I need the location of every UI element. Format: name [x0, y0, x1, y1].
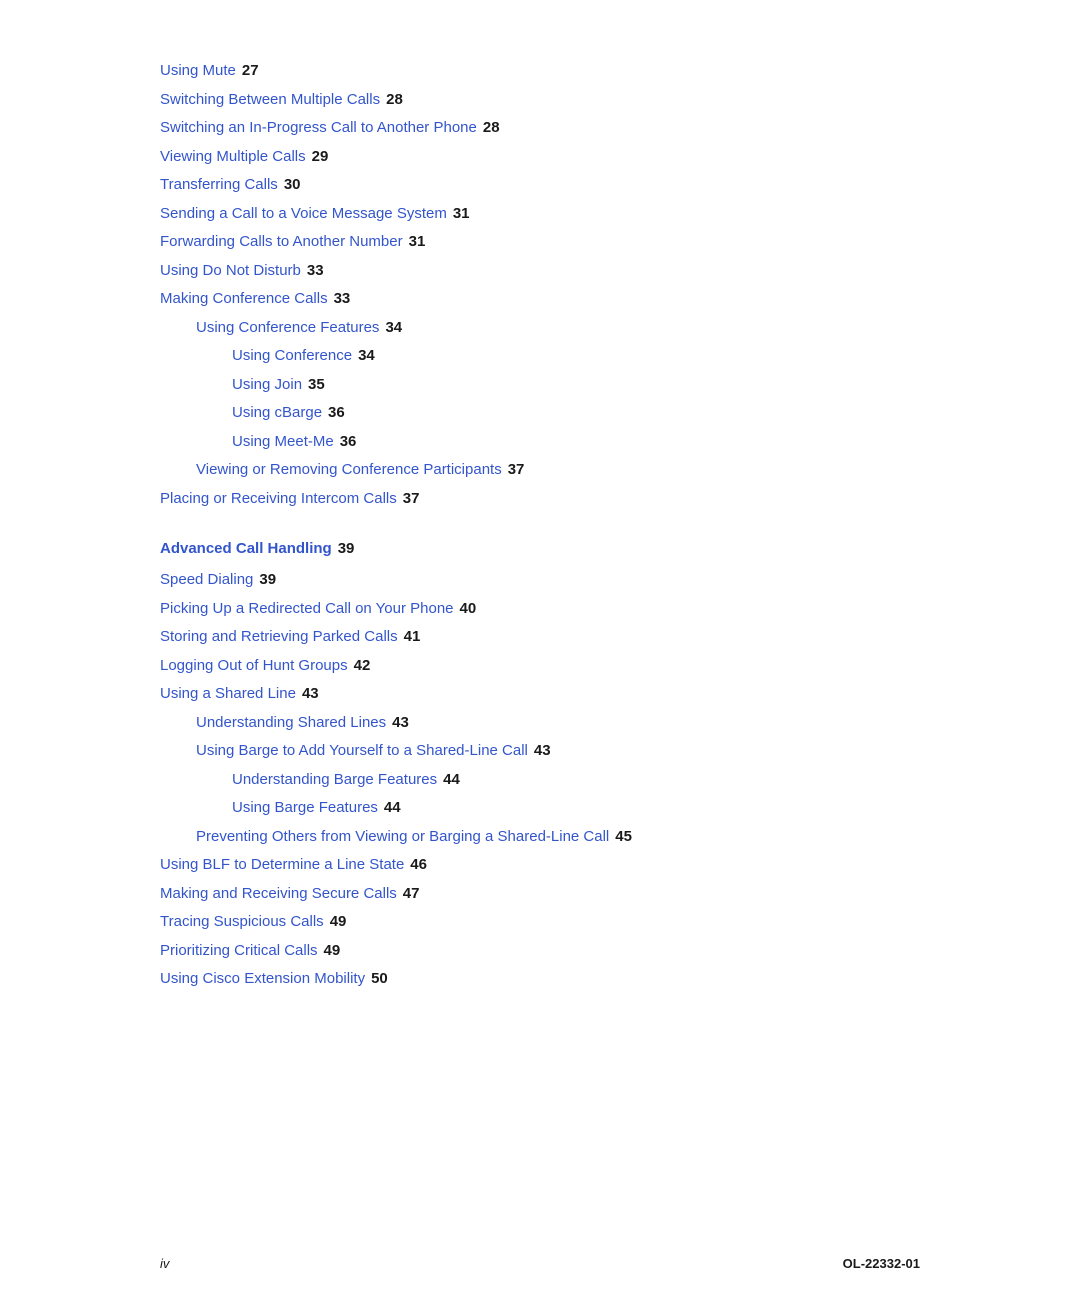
section-header-advanced: Advanced Call Handling 39	[160, 540, 920, 557]
toc-link[interactable]: Using Conference	[232, 345, 352, 368]
toc-page: 36	[340, 431, 357, 454]
toc-link[interactable]: Speed Dialing	[160, 569, 253, 592]
toc-page: 42	[354, 655, 371, 678]
toc-link[interactable]: Understanding Barge Features	[232, 769, 437, 792]
toc-page: 44	[384, 797, 401, 820]
toc-row: Using Conference 34	[160, 345, 920, 368]
toc-page: 50	[371, 968, 388, 991]
toc-link[interactable]: Making and Receiving Secure Calls	[160, 883, 397, 906]
toc-row: Prioritizing Critical Calls 49	[160, 940, 920, 963]
toc-row: Sending a Call to a Voice Message System…	[160, 203, 920, 226]
toc-page: 43	[534, 740, 551, 763]
toc-link[interactable]: Using a Shared Line	[160, 683, 296, 706]
toc-link[interactable]: Prioritizing Critical Calls	[160, 940, 318, 963]
toc-page: 44	[443, 769, 460, 792]
toc-link[interactable]: Viewing Multiple Calls	[160, 146, 306, 169]
toc-row: Using BLF to Determine a Line State 46	[160, 854, 920, 877]
toc-row: Using a Shared Line 43	[160, 683, 920, 706]
toc-row: Using Meet-Me 36	[160, 431, 920, 454]
toc-page: 40	[460, 598, 477, 621]
toc-row: Understanding Shared Lines 43	[160, 712, 920, 735]
toc-page: 49	[330, 911, 347, 934]
toc-row: Using cBarge 36	[160, 402, 920, 425]
footer: iv OL-22332-01	[160, 1256, 920, 1271]
toc-row: Using Cisco Extension Mobility 50	[160, 968, 920, 991]
toc-row: Understanding Barge Features 44	[160, 769, 920, 792]
toc-link[interactable]: Using Join	[232, 374, 302, 397]
toc-page: 46	[410, 854, 427, 877]
toc-page: 45	[615, 826, 632, 849]
toc-link[interactable]: Using BLF to Determine a Line State	[160, 854, 404, 877]
toc-link[interactable]: Placing or Receiving Intercom Calls	[160, 488, 397, 511]
toc-page: 34	[385, 317, 402, 340]
toc-page: 43	[302, 683, 319, 706]
toc-row: Storing and Retrieving Parked Calls 41	[160, 626, 920, 649]
toc-page: 33	[334, 288, 351, 311]
toc-row: Making Conference Calls 33	[160, 288, 920, 311]
toc-row: Tracing Suspicious Calls 49	[160, 911, 920, 934]
toc-link[interactable]: Forwarding Calls to Another Number	[160, 231, 403, 254]
toc-row: Speed Dialing 39	[160, 569, 920, 592]
toc-link[interactable]: Preventing Others from Viewing or Bargin…	[196, 826, 609, 849]
toc-row: Viewing Multiple Calls 29	[160, 146, 920, 169]
toc-row: Using Do Not Disturb 33	[160, 260, 920, 283]
toc-link[interactable]: Tracing Suspicious Calls	[160, 911, 324, 934]
toc-page: 29	[312, 146, 329, 169]
toc-link[interactable]: Switching Between Multiple Calls	[160, 89, 380, 112]
toc-page: 37	[403, 488, 420, 511]
toc-row: Using Conference Features 34	[160, 317, 920, 340]
toc-link[interactable]: Transferring Calls	[160, 174, 278, 197]
toc-row: Switching Between Multiple Calls 28	[160, 89, 920, 112]
toc-page: 41	[404, 626, 421, 649]
toc-row: Using Mute 27	[160, 60, 920, 83]
section-page-advanced: 39	[338, 540, 355, 557]
toc-page: 36	[328, 402, 345, 425]
toc-row: Making and Receiving Secure Calls 47	[160, 883, 920, 906]
footer-doc-number: OL-22332-01	[843, 1256, 920, 1271]
toc-link[interactable]: Using Barge Features	[232, 797, 378, 820]
toc-row: Picking Up a Redirected Call on Your Pho…	[160, 598, 920, 621]
toc-link[interactable]: Using Do Not Disturb	[160, 260, 301, 283]
toc-link[interactable]: Making Conference Calls	[160, 288, 328, 311]
toc-link[interactable]: Using Barge to Add Yourself to a Shared-…	[196, 740, 528, 763]
toc-row: Using Join 35	[160, 374, 920, 397]
toc-page: 43	[392, 712, 409, 735]
toc-row: Placing or Receiving Intercom Calls 37	[160, 488, 920, 511]
toc-page: 31	[409, 231, 426, 254]
toc-row: Preventing Others from Viewing or Bargin…	[160, 826, 920, 849]
toc-link[interactable]: Logging Out of Hunt Groups	[160, 655, 348, 678]
toc-link[interactable]: Using cBarge	[232, 402, 322, 425]
toc-link[interactable]: Using Meet-Me	[232, 431, 334, 454]
toc-page: 35	[308, 374, 325, 397]
toc-link[interactable]: Sending a Call to a Voice Message System	[160, 203, 447, 226]
toc-row: Forwarding Calls to Another Number 31	[160, 231, 920, 254]
toc-row: Using Barge Features 44	[160, 797, 920, 820]
toc-link[interactable]: Switching an In-Progress Call to Another…	[160, 117, 477, 140]
toc-page: 34	[358, 345, 375, 368]
toc-link[interactable]: Storing and Retrieving Parked Calls	[160, 626, 398, 649]
toc-row: Viewing or Removing Conference Participa…	[160, 459, 920, 482]
section-link-advanced[interactable]: Advanced Call Handling	[160, 540, 332, 557]
toc-page: 30	[284, 174, 301, 197]
toc-page: 37	[508, 459, 525, 482]
toc-page: 39	[259, 569, 276, 592]
toc-link[interactable]: Using Cisco Extension Mobility	[160, 968, 365, 991]
toc-link[interactable]: Picking Up a Redirected Call on Your Pho…	[160, 598, 454, 621]
toc-row: Switching an In-Progress Call to Another…	[160, 117, 920, 140]
toc-page: 49	[324, 940, 341, 963]
toc-link[interactable]: Viewing or Removing Conference Participa…	[196, 459, 502, 482]
toc-page: 33	[307, 260, 324, 283]
toc-page: 31	[453, 203, 470, 226]
toc-page: 28	[483, 117, 500, 140]
toc-page: 27	[242, 60, 259, 83]
toc-row: Logging Out of Hunt Groups 42	[160, 655, 920, 678]
footer-page-number: iv	[160, 1256, 169, 1271]
toc-page: 47	[403, 883, 420, 906]
toc-link[interactable]: Understanding Shared Lines	[196, 712, 386, 735]
toc-row: Using Barge to Add Yourself to a Shared-…	[160, 740, 920, 763]
toc-link[interactable]: Using Mute	[160, 60, 236, 83]
toc-row: Transferring Calls 30	[160, 174, 920, 197]
toc-link[interactable]: Using Conference Features	[196, 317, 379, 340]
toc-page: 28	[386, 89, 403, 112]
